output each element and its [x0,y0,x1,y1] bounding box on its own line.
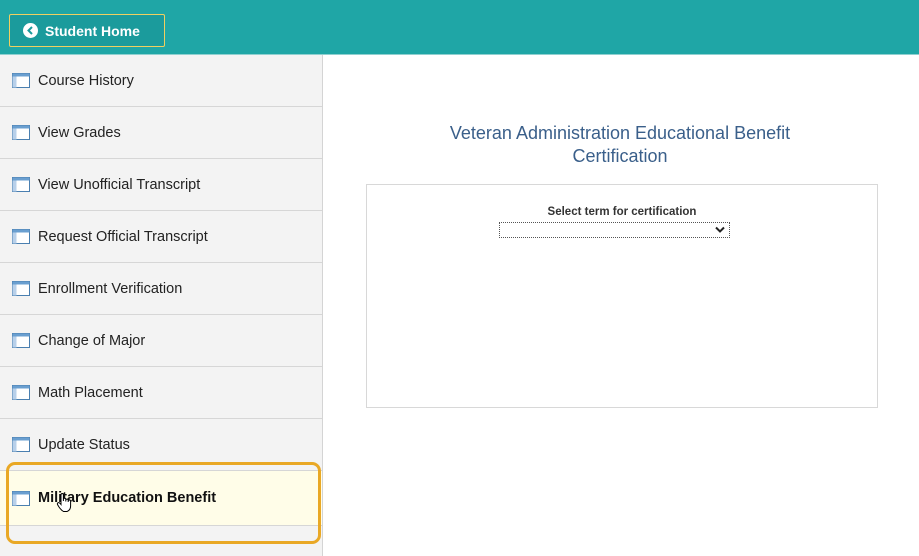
sidebar-item-label: Request Official Transcript [38,228,208,245]
sidebar-item-view-grades[interactable]: View Grades [0,107,322,159]
page-icon [12,73,30,88]
sidebar-item-update-status[interactable]: Update Status [0,419,322,471]
page-title: Veteran Administration Educational Benef… [370,122,870,168]
page-icon [12,490,30,506]
sidebar-item-label: Update Status [38,436,130,453]
page-icon [12,281,30,296]
sidebar-item-enrollment-verification[interactable]: Enrollment Verification [0,263,322,315]
sidebar-item-label: Math Placement [38,384,143,401]
hand-pointer-icon [56,493,72,512]
student-home-label: Student Home [45,22,140,39]
sidebar-item-label: Enrollment Verification [38,280,183,297]
page-icon [12,385,30,400]
sidebar-item-label: View Grades [38,124,121,141]
top-bar: Student Home [0,0,919,55]
page-icon [12,333,30,348]
page-icon [12,125,30,140]
sidebar-item-label: Change of Major [38,332,146,349]
page-icon [12,229,30,244]
page-icon [12,437,30,452]
term-select-label: Select term for certification [547,206,697,218]
sidebar-item-label: Course History [38,72,134,89]
sidebar-item-course-history[interactable]: Course History [0,55,322,107]
sidebar-item-change-of-major[interactable]: Change of Major [0,315,322,367]
student-home-button[interactable]: Student Home [9,14,165,47]
sidebar-item-request-official-transcript[interactable]: Request Official Transcript [0,211,322,263]
sidebar-item-view-unofficial-transcript[interactable]: View Unofficial Transcript [0,159,322,211]
page-title-line2: Certification [572,146,668,166]
certification-panel: Select term for certification [366,184,878,408]
page-title-line1: Veteran Administration Educational Benef… [449,123,791,143]
page-icon [12,177,30,192]
sidebar-item-label: View Unofficial Transcript [38,176,201,193]
chevron-down-icon [715,226,725,233]
sidebar-item-math-placement[interactable]: Math Placement [0,367,322,419]
back-arrow-icon [23,23,38,38]
sidebar-item-military-education-benefit[interactable]: Military Education Benefit [0,471,322,526]
sidebar: Course History View Grades View Unoffici… [0,55,323,556]
term-select[interactable] [499,222,730,238]
